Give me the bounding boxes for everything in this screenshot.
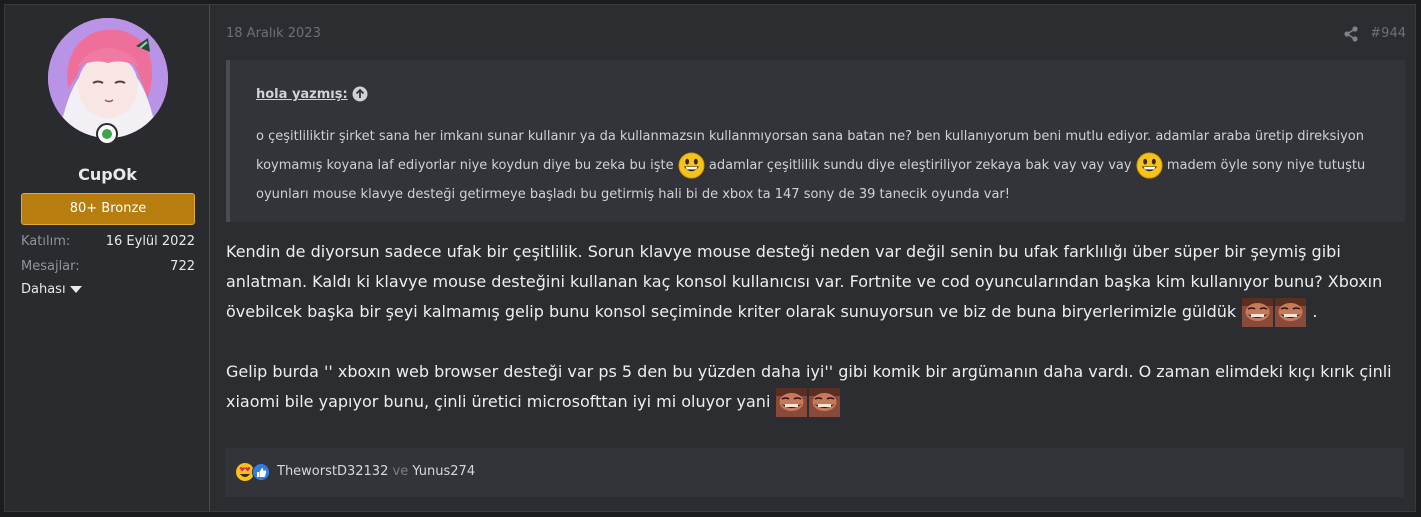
like-reaction-icon [252, 463, 270, 481]
post-number-link[interactable]: #944 [1370, 26, 1406, 41]
username[interactable]: CupOk [5, 165, 210, 184]
quote-text: o çeşitliliktir şirket sana her imkanı s… [256, 122, 1396, 209]
quote-author-link[interactable]: hola yazmış: [256, 87, 348, 102]
quote-block: hola yazmış: o çeşitliliktir şirket sana… [226, 60, 1405, 222]
online-status-icon [96, 123, 118, 145]
quote-text-part: adamlar çeşitlilik sundu diye eleştirili… [708, 158, 1132, 173]
laughing-meme-icon [776, 388, 808, 417]
reaction-joiner: ve [392, 464, 409, 479]
post-content: 18 Aralık 2023 #944 hola yazmış: o çeşit… [210, 5, 1415, 511]
stat-joined: Katılım: 16 Eylül 2022 [21, 234, 195, 249]
stat-messages: Mesajlar: 722 [21, 259, 195, 274]
post-body: Kendin de diyorsun sadece ufak bir çeşit… [226, 237, 1406, 417]
stat-label: Katılım: [21, 234, 71, 249]
stat-value: 722 [170, 259, 195, 274]
post-date[interactable]: 18 Aralık 2023 [226, 26, 321, 41]
reaction-user-link[interactable]: Yunus274 [412, 464, 475, 479]
heart-eyes-reaction-icon [236, 463, 254, 481]
more-toggle[interactable]: Dahası [21, 282, 82, 297]
reaction-user-link[interactable]: TheworstD32132 [277, 464, 388, 479]
quote-arrow-up-icon[interactable] [352, 86, 368, 102]
reactions-bar: TheworstD32132 ve Yunus274 [225, 448, 1404, 497]
avatar[interactable] [48, 18, 168, 138]
laughing-meme-icon [1275, 298, 1307, 327]
laughing-meme-icon [1242, 298, 1274, 327]
more-label: Dahası [21, 282, 66, 297]
grin-smiley-icon [1136, 152, 1163, 179]
reaction-icons[interactable] [235, 462, 271, 482]
user-rank-badge: 80+ Bronze [21, 193, 195, 225]
post-paragraph: Kendin de diyorsun sadece ufak bir çeşit… [226, 242, 1383, 321]
laughing-meme-icon [809, 388, 841, 417]
stat-value: 16 Eylül 2022 [105, 234, 195, 249]
grin-smiley-icon [678, 152, 705, 179]
reaction-users: TheworstD32132 ve Yunus274 [277, 464, 475, 479]
post-paragraph-end: . [1312, 302, 1318, 321]
stat-label: Mesajlar: [21, 259, 80, 274]
user-info-panel: CupOk 80+ Bronze Katılım: 16 Eylül 2022 … [5, 5, 210, 511]
forum-post: CupOk 80+ Bronze Katılım: 16 Eylül 2022 … [4, 4, 1416, 512]
share-icon[interactable] [1343, 26, 1359, 42]
caret-down-icon [69, 286, 82, 293]
